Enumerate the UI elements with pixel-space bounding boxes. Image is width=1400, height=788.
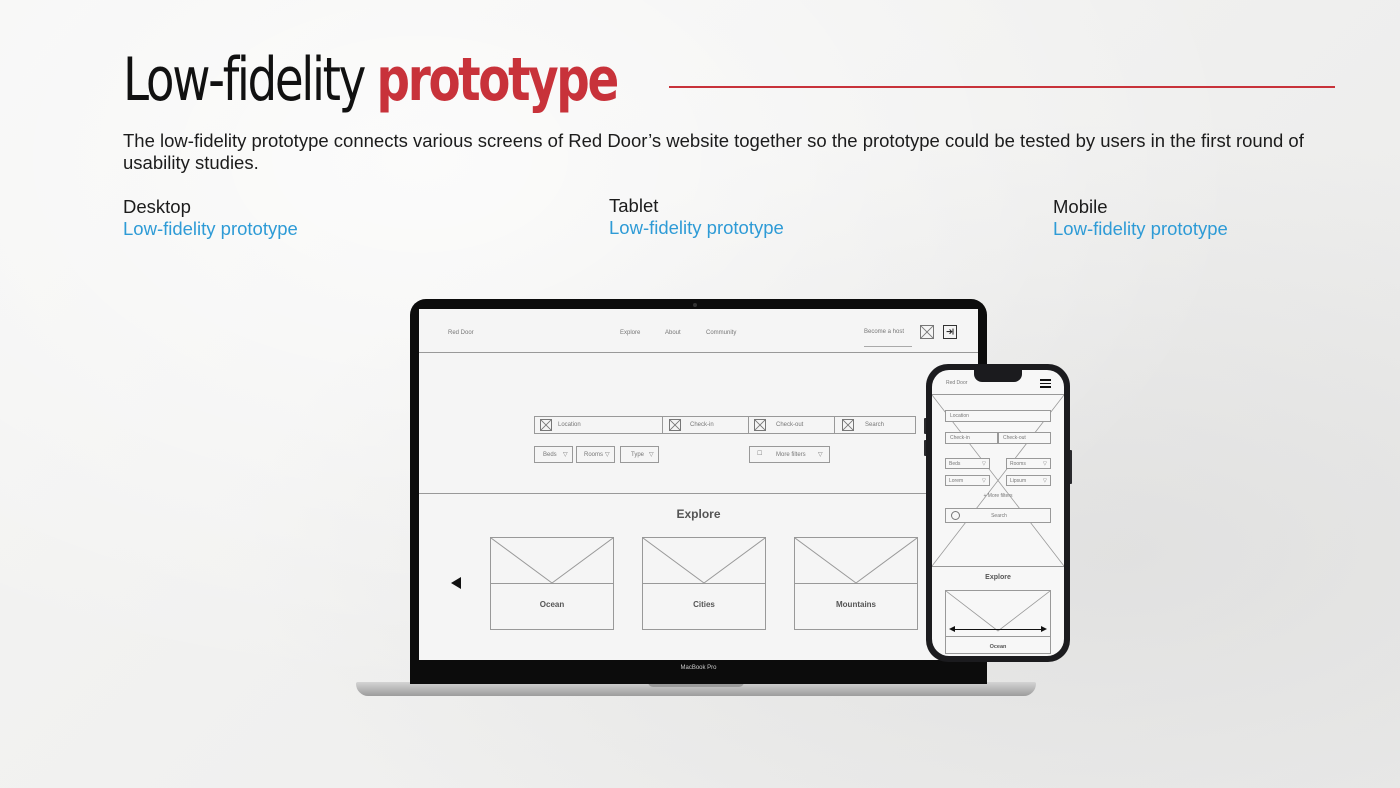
wf-filter-beds-label: Beds [543,452,557,458]
tablet-prototype-link[interactable]: Low-fidelity prototype [609,217,784,239]
wf-card-ocean[interactable]: Ocean [490,537,614,630]
wf-search-sep-3 [834,416,835,434]
wf-mobile-rooms[interactable]: Rooms ▽ [1006,458,1051,469]
image-placeholder-icon [795,538,917,584]
wf-mobile-checkout[interactable]: Check-out [998,432,1051,444]
page-title: Low-fidelity prototype [123,40,620,120]
carousel-track [952,629,1044,630]
wf-mobile-lorem-label: Lorem [949,478,964,484]
wf-more-filters-label: More filters [776,452,806,458]
wf-mobile-lipsum-label: Lipsum [1010,478,1027,484]
wf-login-icon[interactable] [943,325,957,339]
phone-notch [974,370,1022,382]
wf-checkout-icon [754,419,766,431]
wf-checkin-field[interactable]: Check-in [690,420,714,430]
chevron-down-icon: ▽ [1043,478,1047,484]
wf-card-cities-label: Cities [693,600,715,609]
wf-mobile-lipsum[interactable]: Lipsum ▽ [1006,475,1051,486]
wf-filter-beds[interactable]: Beds ▽ [534,446,573,463]
tablet-heading: Tablet [609,195,659,216]
chevron-down-icon: ▽ [982,461,986,467]
wf-mobile-search-label: Search [991,513,1007,519]
wf-host-underline [864,346,912,347]
wf-card-ocean-label: Ocean [539,600,565,609]
wf-section-divider [419,493,978,494]
wf-mobile-lorem[interactable]: Lorem ▽ [945,475,990,486]
wf-location-field[interactable]: Location [558,420,581,430]
desktop-wireframe: Red Door Explore About Community Become … [419,309,978,660]
wf-mobile-card-divider [946,636,1050,637]
laptop-base [356,682,1036,696]
wf-become-host[interactable]: Become a host [864,327,904,337]
wf-mobile-checkout-label: Check-out [1003,435,1026,441]
wf-card-mountains[interactable]: Mountains [794,537,918,630]
wf-search-icon [842,419,854,431]
wf-mobile-card-label: Ocean [989,644,1007,650]
wf-mobile-card-ocean[interactable]: Ocean [945,590,1051,654]
wf-mobile-location-label: Location [950,413,969,419]
chevron-down-icon: ▽ [605,452,610,458]
wf-image-placeholder-icon [920,325,934,339]
title-part-1: Low-fidelity [123,45,366,115]
chevron-down-icon: ▽ [649,452,654,458]
wf-brand: Red Door [448,330,474,336]
laptop-label: MacBook Pro [680,665,717,671]
wf-mobile-beds[interactable]: Beds ▽ [945,458,990,469]
tablet-column: Tablet Low-fidelity prototype [609,195,784,239]
chevron-down-icon: ▽ [818,452,823,458]
wf-card-mountains-label: Mountains [836,600,876,609]
chevron-down-icon: ▽ [1043,461,1047,467]
wf-mobile-section-divider [932,566,1064,567]
wf-filter-type-label: Type [631,452,645,458]
mobile-prototype-link[interactable]: Low-fidelity prototype [1053,218,1228,240]
wf-card-cities[interactable]: Cities [642,537,766,630]
wf-mobile-checkin[interactable]: Check-in [945,432,998,444]
wf-nav-explore[interactable]: Explore [620,328,640,338]
carousel-prev-icon[interactable] [451,577,461,589]
camera [693,303,697,307]
mobile-heading: Mobile [1053,196,1108,217]
wf-mobile-location[interactable]: Location [945,410,1051,422]
wf-header-divider [419,352,978,353]
mobile-column: Mobile Low-fidelity prototype [1053,196,1228,240]
wf-location-icon [540,419,552,431]
desktop-prototype-link[interactable]: Low-fidelity prototype [123,218,298,240]
intro-paragraph: The low-fidelity prototype connects vari… [123,130,1304,173]
wf-explore-title: Explore [676,507,721,521]
desktop-heading: Desktop [123,196,191,217]
image-placeholder-icon [643,538,765,584]
wf-checkin-icon [669,419,681,431]
wf-mobile-brand: Red Door [946,380,968,386]
wf-mobile-checkin-label: Check-in [950,435,970,441]
carousel-next-icon[interactable] [1041,626,1047,632]
wf-search-sep-1 [662,416,663,434]
wf-filter-rooms[interactable]: Rooms ▽ [576,446,615,463]
image-placeholder-icon [491,538,613,584]
phone-mockup: Red Door Location Check-in Check-out Bed… [926,364,1070,662]
wf-more-filters[interactable]: ☐ More filters ▽ [749,446,830,463]
wf-mobile-rooms-label: Rooms [1010,461,1026,467]
wf-filter-rooms-label: Rooms [584,452,604,458]
wf-search-sep-2 [748,416,749,434]
wf-mobile-search[interactable]: Search [945,508,1051,523]
chevron-down-icon: ▽ [982,478,986,484]
title-part-2: prototype [376,45,620,115]
carousel-prev-icon[interactable] [949,626,955,632]
hamburger-menu-icon[interactable] [1040,379,1051,388]
wf-mobile-more-filters[interactable]: + More filters [932,491,1064,501]
chevron-down-icon: ▽ [563,452,568,458]
wf-search-button[interactable]: Search [865,420,884,430]
title-rule [669,86,1335,88]
wf-search-bar [534,416,916,434]
mobile-wireframe: Red Door Location Check-in Check-out Bed… [932,370,1064,656]
square-icon: ☐ [757,451,763,457]
wf-mobile-beds-label: Beds [949,461,961,467]
wf-filter-type[interactable]: Type ▽ [620,446,659,463]
wf-checkout-field[interactable]: Check-out [776,420,803,430]
wf-nav-community[interactable]: Community [706,328,736,338]
laptop-mockup: Red Door Explore About Community Become … [410,299,987,684]
desktop-column: Desktop Low-fidelity prototype [123,196,298,240]
wf-nav-about[interactable]: About [665,328,681,338]
wf-mobile-explore-title: Explore [985,574,1011,581]
